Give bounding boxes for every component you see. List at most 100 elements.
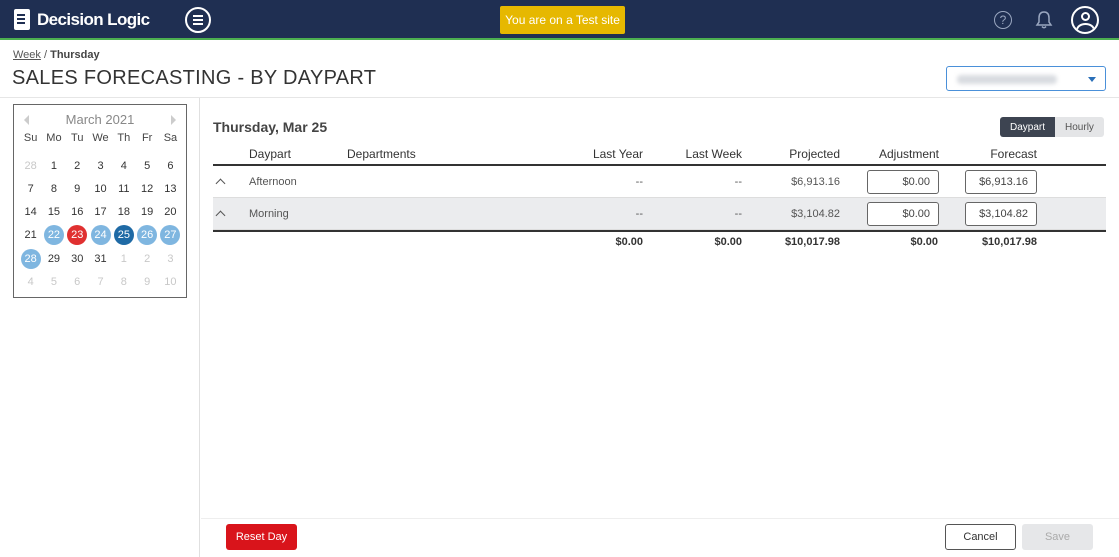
calendar-day-label: 5 [50,275,57,288]
row-last-year: -- [635,207,643,220]
calendar-day[interactable]: 26 [135,224,158,247]
calendar-day[interactable]: 27 [159,224,182,247]
calendar-day[interactable]: 25 [112,224,135,247]
calendar-day[interactable]: 9 [135,270,158,293]
calendar-day[interactable]: 10 [89,177,112,200]
calendar-day-label: 3 [97,159,104,172]
calendar-day[interactable]: 24 [89,224,112,247]
calendar-day[interactable]: 9 [66,177,89,200]
menu-icon[interactable] [185,7,211,33]
calendar-day-label: 10 [164,275,177,288]
calendar-day[interactable]: 5 [135,154,158,177]
calendar-day-label: 28 [24,159,37,172]
calendar-day[interactable]: 8 [42,177,65,200]
view-toggle: Daypart Hourly [1000,117,1104,137]
breadcrumb: Week / Thursday [13,49,100,61]
calendar-day[interactable]: 19 [135,201,158,224]
table-row: Morning -- -- $3,104.82 $0.00 $3,104.82 [213,198,1106,230]
bell-icon[interactable] [1034,10,1054,30]
column-header-last-week[interactable]: Last Week [686,144,742,164]
calendar: March 2021 Su Mo Tu We Th Fr Sa 28 1 2 3 4 5 6 7 8 9 10 11… [13,104,187,298]
calendar-day[interactable]: 4 [19,270,42,293]
calendar-day[interactable]: 8 [112,270,135,293]
adjustment-cell: $0.00 [867,166,939,197]
column-header-daypart[interactable]: Daypart [249,144,291,164]
logo-icon [14,9,33,30]
calendar-day-label: 26 [137,225,158,246]
app-logo[interactable]: Decision Logic [14,9,150,30]
column-header-projected[interactable]: Projected [789,144,840,164]
calendar-day[interactable]: 28 [19,154,42,177]
reset-day-button[interactable]: Reset Day [226,524,297,550]
toggle-daypart[interactable]: Daypart [1000,117,1056,137]
save-button[interactable]: Save [1022,524,1093,550]
column-header-last-year[interactable]: Last Year [593,144,643,164]
calendar-day[interactable]: 15 [42,201,65,224]
calendar-day-label: 7 [27,182,34,195]
column-header-adjustment[interactable]: Adjustment [879,144,939,164]
total-projected: $10,017.98 [784,236,840,248]
row-last-year: -- [635,175,643,188]
adjustment-input[interactable]: $0.00 [867,169,939,194]
cancel-button[interactable]: Cancel [945,524,1016,550]
calendar-day[interactable]: 5 [42,270,65,293]
calendar-weekday: Mo [46,132,62,144]
calendar-day-label: 8 [120,275,127,288]
forecast-cell: $6,913.16 [965,166,1037,197]
calendar-day[interactable]: 21 [19,224,42,247]
calendar-day[interactable]: 6 [159,154,182,177]
row-projected: $6,913.16 [791,175,840,188]
forecast-cell: $3,104.82 [965,198,1037,229]
calendar-day[interactable]: 1 [112,247,135,270]
calendar-day[interactable]: 31 [89,247,112,270]
calendar-day[interactable]: 20 [159,201,182,224]
calendar-day[interactable]: 6 [66,270,89,293]
calendar-day[interactable]: 13 [159,177,182,200]
test-site-banner[interactable]: You are on a Test site [500,6,625,34]
calendar-day[interactable]: 22 [42,224,65,247]
calendar-day[interactable]: 23 [66,224,89,247]
calendar-day[interactable]: 4 [112,154,135,177]
column-header-forecast[interactable]: Forecast [990,144,1037,164]
store-select[interactable] [946,66,1106,91]
expand-row-toggle[interactable] [215,198,233,229]
calendar-day[interactable]: 10 [159,270,182,293]
forecast-input[interactable]: $6,913.16 [965,169,1037,194]
calendar-day[interactable]: 12 [135,177,158,200]
calendar-day-label: 12 [141,182,154,195]
calendar-day-label: 4 [120,159,127,172]
page-title: SALES FORECASTING - BY DAYPART [12,67,377,89]
column-header-departments[interactable]: Departments [347,144,416,164]
expand-row-toggle[interactable] [215,166,233,197]
calendar-day[interactable]: 7 [19,177,42,200]
calendar-day[interactable]: 1 [42,154,65,177]
adjustment-input[interactable]: $0.00 [867,201,939,226]
calendar-day-label: 22 [43,225,64,246]
calendar-day[interactable]: 29 [42,247,65,270]
chevron-down-icon [1088,77,1096,82]
calendar-day[interactable]: 17 [89,201,112,224]
calendar-day[interactable]: 16 [66,201,89,224]
calendar-day[interactable]: 14 [19,201,42,224]
calendar-day[interactable]: 3 [89,154,112,177]
calendar-day[interactable]: 3 [159,247,182,270]
toggle-hourly[interactable]: Hourly [1055,117,1104,137]
breadcrumb-week-link[interactable]: Week [13,49,41,61]
calendar-next-icon[interactable] [171,115,176,125]
calendar-day[interactable]: 2 [66,154,89,177]
calendar-day-label: 25 [113,225,134,246]
calendar-day-label: 29 [47,252,61,265]
calendar-day[interactable]: 2 [135,247,158,270]
help-icon[interactable]: ? [994,11,1012,29]
table-header: Daypart Departments Last Year Last Week … [213,144,1106,166]
calendar-day-label: 15 [47,206,61,219]
forecast-input[interactable]: $3,104.82 [965,201,1037,226]
calendar-grid: Su Mo Tu We Th Fr Sa 28 1 2 3 4 5 6 7 8 9 10 11 12 13 14 15 16 1… [19,131,182,293]
app-name: Decision Logic [37,9,150,29]
calendar-day[interactable]: 30 [66,247,89,270]
calendar-day[interactable]: 7 [89,270,112,293]
user-icon[interactable] [1071,6,1099,34]
calendar-day[interactable]: 11 [112,177,135,200]
calendar-day[interactable]: 28 [19,247,42,270]
calendar-day[interactable]: 18 [112,201,135,224]
